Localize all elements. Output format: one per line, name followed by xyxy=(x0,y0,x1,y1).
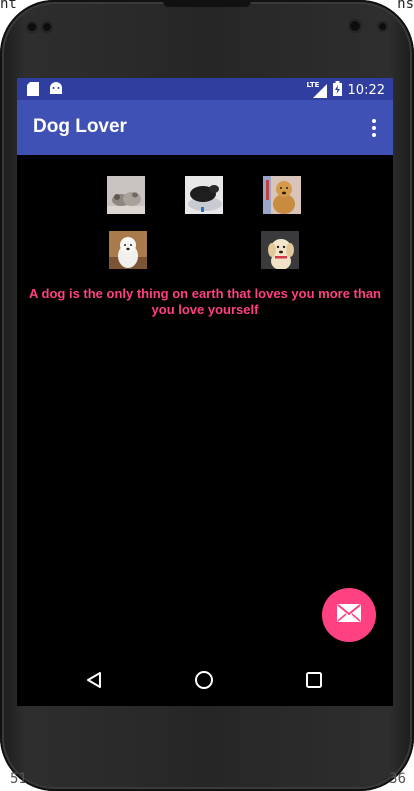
sd-card-icon xyxy=(27,82,39,100)
navigation-bar xyxy=(17,654,393,706)
host-window-text: nt xyxy=(0,0,17,12)
email-fab[interactable] xyxy=(322,588,376,642)
clock: 10:22 xyxy=(347,83,385,98)
dog-quote: A dog is the only thing on earth that lo… xyxy=(29,286,381,317)
app-title: Dog Lover xyxy=(33,116,127,137)
status-bar: LTE 10:22 xyxy=(17,78,393,100)
host-window-text: 51 xyxy=(10,771,27,787)
dog-photo-golden-puppy[interactable] xyxy=(261,231,299,269)
device-frame: LTE 10:22 Dog Lover A dog is the only th… xyxy=(0,0,414,791)
dog-photo-golden-retriever[interactable] xyxy=(263,176,301,214)
sensor-dot xyxy=(26,21,38,33)
host-window-text: ns xyxy=(397,0,414,12)
dog-photo-westie[interactable] xyxy=(109,231,147,269)
speaker-slot xyxy=(163,0,251,7)
sensor-dot xyxy=(377,21,388,32)
signal-lte-icon: LTE xyxy=(306,80,327,98)
sensor-dot xyxy=(41,21,53,33)
network-type-label: LTE xyxy=(306,80,320,89)
recents-icon[interactable] xyxy=(301,667,327,693)
app-bar: Dog Lover xyxy=(17,100,393,155)
overflow-menu-icon[interactable] xyxy=(371,119,377,137)
battery-icon xyxy=(332,81,342,100)
android-icon xyxy=(49,82,63,100)
home-icon[interactable] xyxy=(191,667,217,693)
email-icon xyxy=(337,604,361,626)
host-window-text: 36 xyxy=(389,771,406,787)
dog-photo-puppies-sleeping[interactable] xyxy=(107,176,145,214)
back-icon[interactable] xyxy=(81,667,107,693)
screen: LTE 10:22 Dog Lover A dog is the only th… xyxy=(17,78,393,706)
front-camera xyxy=(348,19,362,33)
dog-photo-black-dog-bed[interactable] xyxy=(185,176,223,214)
